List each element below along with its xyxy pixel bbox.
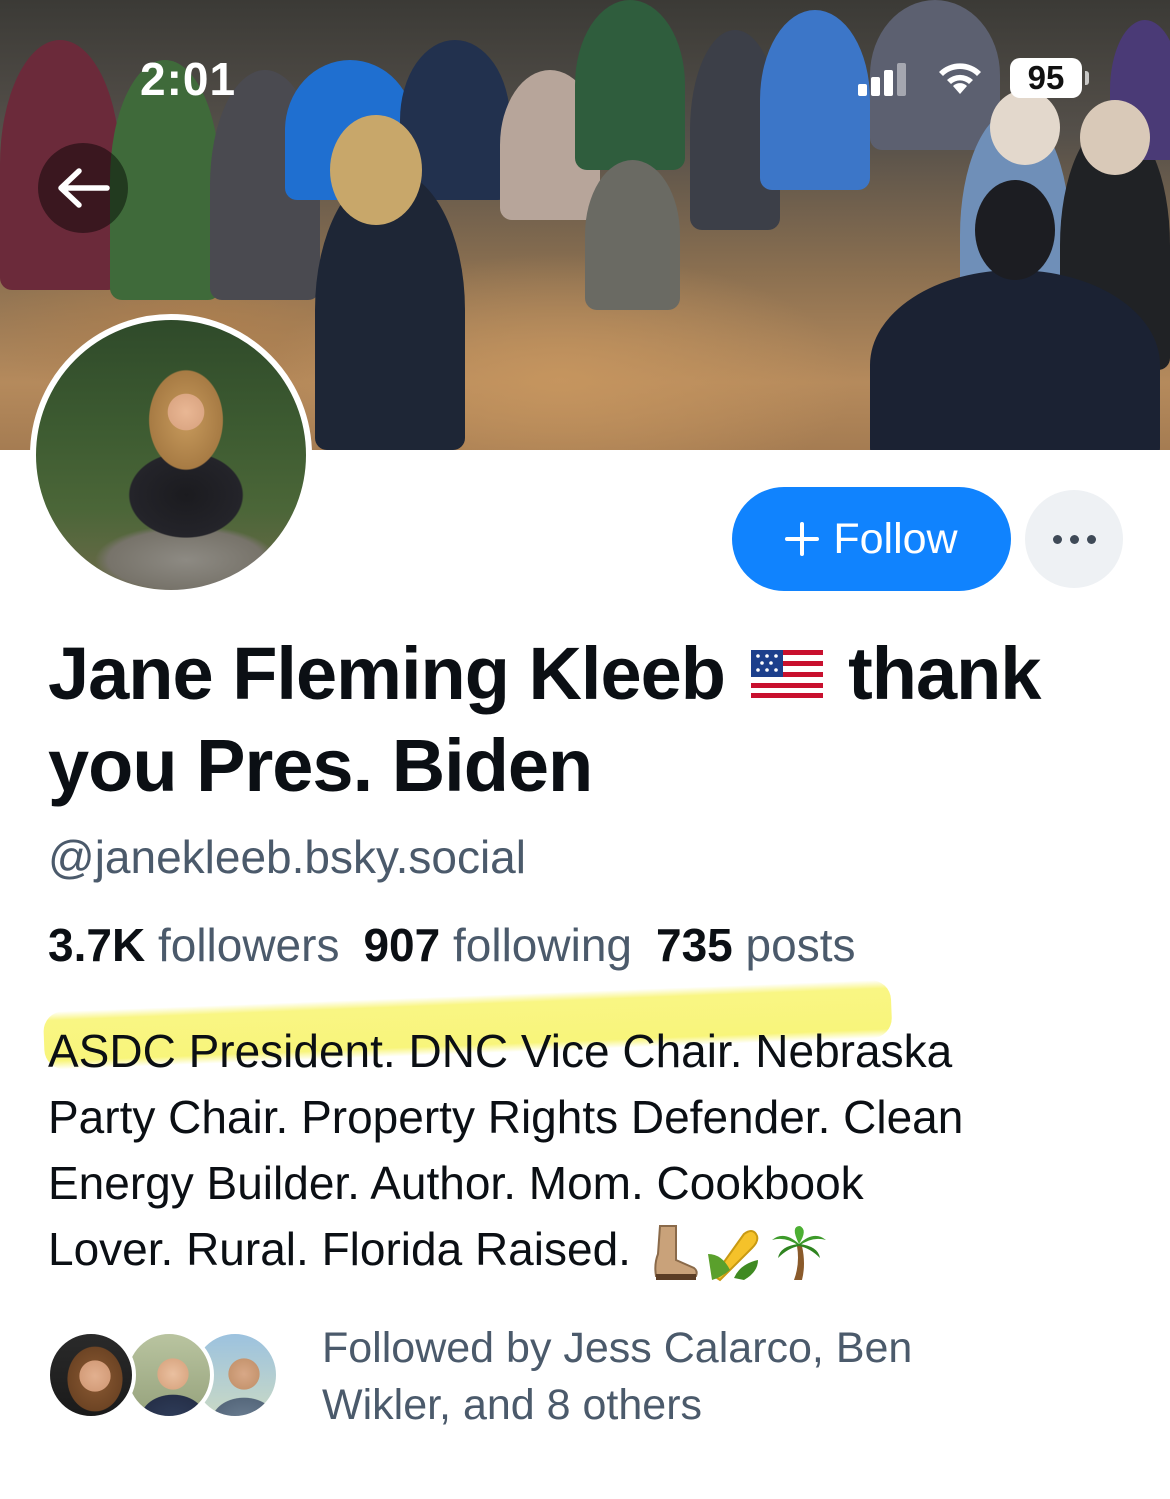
- follower-avatar: [46, 1330, 136, 1420]
- profile-handle: @janekleeb.bsky.social: [48, 831, 526, 883]
- back-button[interactable]: [38, 143, 128, 233]
- profile-avatar[interactable]: [30, 314, 312, 596]
- follow-label: Follow: [833, 514, 958, 563]
- bio-line: Energy Builder. Author. Mom. Cookbook: [48, 1157, 864, 1209]
- profile-bio: ASDC President. DNC Vice Chair. Nebraska…: [48, 1018, 1138, 1282]
- posts-stat: 735 posts: [656, 919, 856, 971]
- display-name-text: Jane Fleming Kleeb: [48, 632, 726, 715]
- cellular-signal-icon: [858, 62, 906, 96]
- more-options-button[interactable]: [1025, 490, 1123, 588]
- palm-tree-icon: [771, 1225, 826, 1280]
- follow-button[interactable]: Follow: [732, 487, 1011, 591]
- follower-avatar: [124, 1330, 214, 1420]
- plus-icon: [785, 522, 820, 556]
- following-stat[interactable]: 907 following: [363, 919, 656, 971]
- ellipsis-icon: [1052, 534, 1062, 544]
- status-time: 2:01: [140, 53, 237, 105]
- us-flag-icon: [750, 650, 823, 699]
- battery-indicator: 95: [1010, 58, 1089, 98]
- corn-icon: [707, 1229, 759, 1282]
- wifi-icon: [934, 58, 986, 98]
- followed-by-text[interactable]: Followed by Jess Calarco, Ben Wikler, an…: [322, 1320, 1042, 1434]
- followers-stat[interactable]: 3.7K followers: [48, 919, 363, 971]
- boot-icon: [654, 1224, 698, 1280]
- bio-line-last: Lover. Rural. Florida Raised.: [48, 1216, 1138, 1282]
- profile-stats: 3.7K followers 907 following 735 posts: [48, 918, 879, 972]
- display-name: Jane Fleming Kleeb thank you Pres. Biden: [48, 628, 1138, 812]
- arrow-left-icon: [58, 168, 110, 208]
- bio-line: Party Chair. Property Rights Defender. C…: [48, 1091, 964, 1143]
- bio-line: ASDC President. DNC Vice Chair. Nebraska: [48, 1025, 953, 1077]
